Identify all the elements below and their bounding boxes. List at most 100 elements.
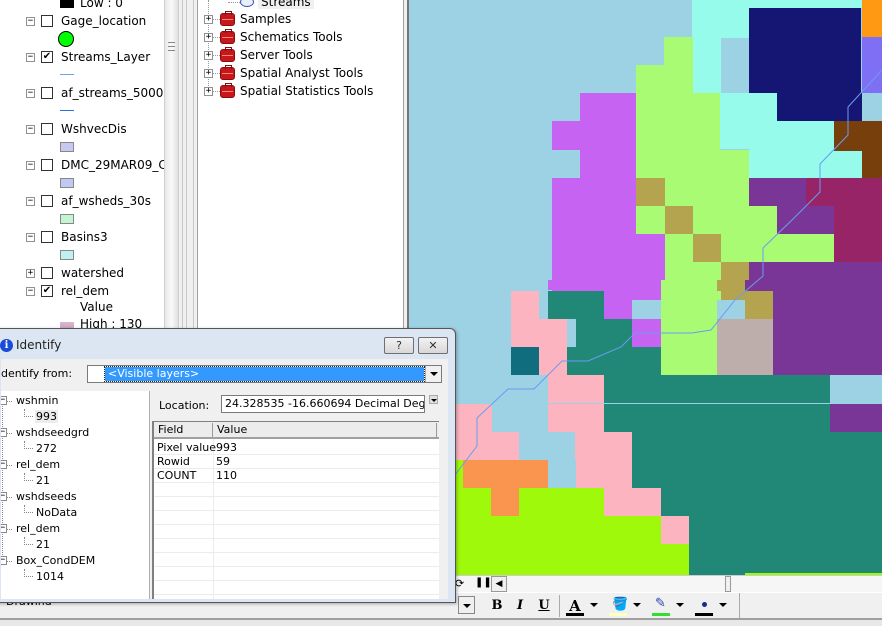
dialog-titlebar[interactable]: i Identify ? ✕ [0,329,455,359]
expand-icon[interactable]: + [26,269,35,278]
raster-cell [552,178,636,234]
collapse-icon[interactable]: − [26,233,35,242]
collapse-icon[interactable]: − [26,125,35,134]
raster-cell [576,460,632,488]
pause-icon[interactable]: ❚❚ [475,577,492,588]
help-button[interactable]: ? [384,337,414,354]
chevron-down-icon[interactable] [425,366,441,382]
layer-visibility-checkbox[interactable] [41,267,53,279]
raster-cell [548,291,604,319]
collapse-icon[interactable]: − [26,287,35,296]
close-button[interactable]: ✕ [418,337,448,354]
point-symbol-icon[interactable] [58,31,74,47]
layer-visibility-checkbox[interactable]: ✔ [41,51,53,63]
toolbox-icon [220,47,235,62]
result-value[interactable]: NoData [35,506,78,519]
expand-icon[interactable]: + [204,87,213,96]
location-field[interactable]: 24.328535 -16.660694 Decimal Degrees [221,395,425,413]
raster-cell [693,206,777,234]
table-row[interactable]: Rowid 59 [154,455,439,469]
fill-symbol-icon[interactable] [60,178,74,188]
attribute-table[interactable]: Field Value Pixel value 993 Rowid 59 COUNT 11… [152,421,439,599]
table-row [154,581,439,595]
line-symbol-icon[interactable] [60,110,74,111]
arctoolbox-pane: Streams + Samples + Schematics Tools + Server… [198,0,404,330]
pane-splitter[interactable] [178,0,198,330]
result-value[interactable]: 1014 [35,570,65,583]
underline-button[interactable]: U [536,596,552,616]
identify-from-value[interactable]: <Visible layers> [104,366,425,382]
collapse-icon[interactable]: − [26,53,35,62]
layer-visibility-checkbox[interactable] [41,15,53,27]
raster-cell [511,319,567,347]
result-value[interactable]: 272 [35,442,58,455]
collapse-icon[interactable]: − [26,89,35,98]
column-header-field[interactable]: Field [154,423,213,437]
layer-visibility-checkbox[interactable] [41,123,53,135]
result-layer-name[interactable]: rel_dem [16,458,60,471]
toolbox-samples[interactable]: + Samples [198,11,403,29]
toolbox-spatial-analyst-tools[interactable]: + Spatial Analyst Tools [198,65,403,83]
layer-visibility-checkbox[interactable] [41,159,53,171]
line-color-dropdown-icon[interactable] [676,603,684,607]
raster-cell [492,404,548,432]
scroll-left-button[interactable]: ◀ [491,576,507,592]
font-size-dropdown[interactable] [458,596,475,614]
fill-symbol-icon[interactable] [60,142,74,152]
marker-color-dropdown-icon[interactable] [719,603,727,607]
result-layer-name[interactable]: wshdseedgrd [16,426,89,439]
bold-button[interactable]: B [489,596,505,616]
raster-cell [693,234,721,262]
fill-color-icon[interactable]: 🪣 [612,597,628,612]
table-row [154,567,439,581]
collapse-icon[interactable]: − [26,161,35,170]
marker-color-icon[interactable] [702,602,707,607]
layer-visibility-checkbox[interactable] [41,195,53,207]
result-value[interactable]: 21 [35,474,51,487]
column-header-value[interactable]: Value [213,423,437,437]
table-row[interactable]: Pixel value 993 [154,441,439,455]
toolbox-server-tools[interactable]: + Server Tools [198,47,403,65]
scrollbar-grip-icon[interactable] [168,42,175,51]
result-layer-name[interactable]: wshmin [16,394,58,407]
identify-from-dropdown[interactable]: <Visible layers> [87,365,442,383]
refresh-icon[interactable]: ⟳ [455,577,464,590]
layer-visibility-checkbox[interactable] [41,87,53,99]
result-layer-name[interactable]: wshdseeds [16,490,77,503]
font-color-dropdown-icon[interactable] [590,603,598,607]
layer-name: af_streams_5000 [61,86,164,100]
raster-map[interactable] [409,0,882,575]
location-units-dropdown[interactable] [429,395,438,404]
toolbox-spatial-statistics-tools[interactable]: + Spatial Statistics Tools [198,83,403,101]
fill-color-dropdown-icon[interactable] [633,603,641,607]
identify-results-tree[interactable]: −wshmin993−wshdseedgrd272−rel_dem21−wshd… [1,391,150,599]
result-value[interactable]: 993 [35,410,58,423]
table-row [154,483,439,497]
layer-visibility-checkbox[interactable]: ✔ [41,285,53,297]
expand-icon[interactable]: + [204,69,213,78]
italic-button[interactable]: I [512,596,528,616]
expand-icon[interactable]: + [204,33,213,42]
layer-name: Basins3 [61,230,108,244]
toc-scrollbar[interactable] [164,0,178,330]
toolbox-icon [220,29,235,44]
collapse-icon[interactable]: − [26,17,35,26]
fill-symbol-icon[interactable] [60,250,74,260]
fill-symbol-icon[interactable] [60,214,74,224]
line-color-icon[interactable]: ✎ [655,596,666,611]
collapse-icon[interactable]: − [26,197,35,206]
marker-color-swatch [695,613,713,616]
map-view[interactable] [409,0,882,575]
result-layer-name[interactable]: Box_CondDEM [16,554,95,567]
toolbox-schematics-tools[interactable]: + Schematics Tools [198,29,403,47]
layer-visibility-checkbox[interactable] [41,231,53,243]
result-layer-name[interactable]: rel_dem [16,522,60,535]
result-value[interactable]: 21 [35,538,51,551]
expand-icon[interactable]: + [204,51,213,60]
raster-cell [455,544,689,575]
table-row[interactable]: COUNT 110 [154,469,439,483]
horizontal-scrollbar-thumb[interactable] [725,576,731,592]
line-symbol-icon[interactable] [60,74,74,75]
expand-icon[interactable]: + [204,15,213,24]
layer-name: watershed [61,266,125,280]
